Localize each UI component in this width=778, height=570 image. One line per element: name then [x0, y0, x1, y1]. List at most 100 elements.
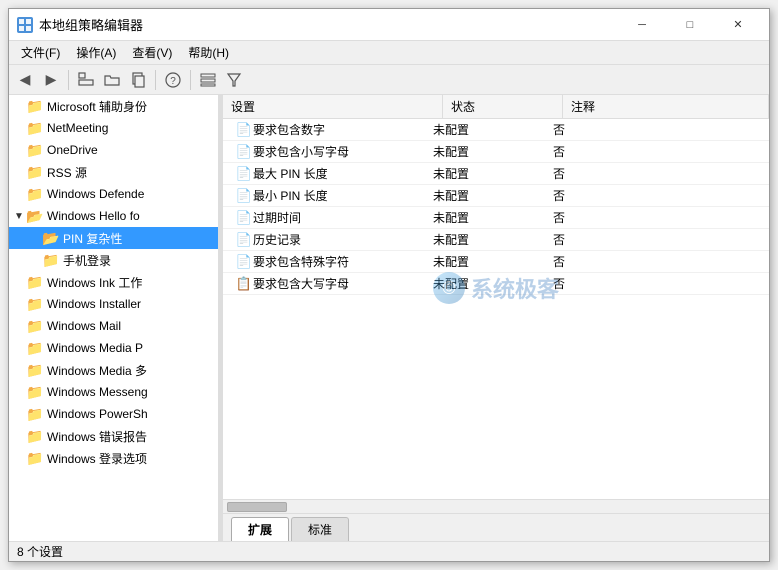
tree-item-windows-media-p[interactable]: 📁 Windows Media P: [9, 337, 218, 359]
menu-action[interactable]: 操作(A): [68, 42, 124, 63]
title-bar: 本地组策略编辑器 ─ □ ✕: [9, 9, 769, 41]
col-header-note[interactable]: 注释: [563, 95, 769, 118]
table-row[interactable]: 📄 最小 PIN 长度 未配置 否: [223, 185, 769, 207]
tree-item-windows-media-d[interactable]: 📁 Windows Media 多: [9, 359, 218, 381]
tree-item-windows-ink[interactable]: 📁 Windows Ink 工作: [9, 271, 218, 293]
menu-help[interactable]: 帮助(H): [180, 42, 237, 63]
row-icon: 📄: [235, 254, 253, 270]
col-header-setting[interactable]: 设置: [223, 95, 443, 118]
tab-expand[interactable]: 扩展: [231, 517, 289, 541]
menu-view[interactable]: 查看(V): [124, 42, 180, 63]
cell-setting: 📋 要求包含大写字母: [223, 273, 425, 294]
content-area: 📁 Microsoft 辅助身份 📁 NetMeeting 📁 OneDrive…: [9, 95, 769, 541]
row-icon: 📄: [235, 188, 253, 204]
table-row[interactable]: 📄 最大 PIN 长度 未配置 否: [223, 163, 769, 185]
tree-item-phone[interactable]: 📁 手机登录: [9, 249, 218, 271]
row-icon: 📄: [235, 210, 253, 226]
table-row[interactable]: 📄 要求包含小写字母 未配置 否: [223, 141, 769, 163]
tree-item-windows-powershell[interactable]: 📁 Windows PowerSh: [9, 403, 218, 425]
expand-arrow: [13, 320, 25, 332]
tree-item-onedrive[interactable]: 📁 OneDrive: [9, 139, 218, 161]
tree-label: RSS 源: [47, 164, 87, 181]
expand-arrow: [13, 298, 25, 310]
window-title: 本地组策略编辑器: [39, 15, 619, 34]
table-header: 设置 状态 注释: [223, 95, 769, 119]
maximize-button[interactable]: □: [667, 9, 713, 41]
tree-item-windows-error[interactable]: 📁 Windows 错误报告: [9, 425, 218, 447]
tree-label: Windows PowerSh: [47, 407, 148, 421]
cell-status: 未配置: [425, 141, 545, 162]
tree-item-pin[interactable]: 📂 PIN 复杂性: [9, 227, 218, 249]
row-icon: 📄: [235, 122, 253, 138]
cell-setting: 📄 要求包含小写字母: [223, 141, 425, 162]
table-row[interactable]: 📋 要求包含大写字母 未配置 否: [223, 273, 769, 295]
tree-item-defender[interactable]: 📁 Windows Defende: [9, 183, 218, 205]
cell-status: 未配置: [425, 229, 545, 250]
forward-button[interactable]: ▶: [39, 68, 63, 92]
cell-status: 未配置: [425, 163, 545, 184]
tree-label: NetMeeting: [47, 121, 108, 135]
cell-note: 否: [545, 119, 769, 140]
main-window: 本地组策略编辑器 ─ □ ✕ 文件(F) 操作(A) 查看(V) 帮助(H) ◀…: [8, 8, 770, 562]
tree-label: PIN 复杂性: [63, 230, 122, 247]
row-icon: 📄: [235, 232, 253, 248]
cell-setting: 📄 最小 PIN 长度: [223, 185, 425, 206]
col-header-status[interactable]: 状态: [443, 95, 563, 118]
folder-icon: 📁: [27, 341, 43, 355]
expand-arrow: [13, 408, 25, 420]
tree-label: Windows Defende: [47, 187, 144, 201]
filter-button[interactable]: [222, 68, 246, 92]
horizontal-scrollbar[interactable]: [223, 499, 769, 513]
folder-icon: 📁: [27, 275, 43, 289]
tree-item-windows-mail[interactable]: 📁 Windows Mail: [9, 315, 218, 337]
back-button[interactable]: ◀: [13, 68, 37, 92]
svg-text:?: ?: [170, 76, 176, 87]
tree-label: Windows Media 多: [47, 362, 147, 379]
tab-bar: 扩展 标准: [223, 513, 769, 541]
menu-file[interactable]: 文件(F): [13, 42, 68, 63]
copy-button[interactable]: [126, 68, 150, 92]
cell-note: 否: [545, 273, 769, 294]
tree-item-rss[interactable]: 📁 RSS 源: [9, 161, 218, 183]
status-text: 8 个设置: [17, 543, 63, 560]
tree-item-microsoft[interactable]: 📁 Microsoft 辅助身份: [9, 95, 218, 117]
tree-item-netmeeting[interactable]: 📁 NetMeeting: [9, 117, 218, 139]
expand-arrow: [13, 342, 25, 354]
expand-arrow: [13, 452, 25, 464]
tree-item-windows-installer[interactable]: 📁 Windows Installer: [9, 293, 218, 315]
table-row[interactable]: 📄 要求包含特殊字符 未配置 否: [223, 251, 769, 273]
up-button[interactable]: [74, 68, 98, 92]
new-folder-button[interactable]: [100, 68, 124, 92]
expand-arrow: [13, 100, 25, 112]
cell-status: 未配置: [425, 185, 545, 206]
expand-arrow: ▼: [13, 210, 25, 222]
cell-setting: 📄 过期时间: [223, 207, 425, 228]
cell-note: 否: [545, 163, 769, 184]
close-button[interactable]: ✕: [715, 9, 761, 41]
tree-label: Windows 错误报告: [47, 428, 147, 445]
folder-icon: 📁: [27, 363, 43, 377]
scrollbar-thumb[interactable]: [227, 502, 287, 512]
cell-status: 未配置: [425, 273, 545, 294]
tree-item-windows-messenger[interactable]: 📁 Windows Messeng: [9, 381, 218, 403]
folder-icon: 📁: [27, 187, 43, 201]
folder-icon: 📁: [27, 143, 43, 157]
tab-standard[interactable]: 标准: [291, 517, 349, 541]
folder-icon: 📂: [43, 231, 59, 245]
tree-label: Windows Media P: [47, 341, 143, 355]
minimize-button[interactable]: ─: [619, 9, 665, 41]
tree-label: Windows Ink 工作: [47, 274, 142, 291]
table-row[interactable]: 📄 历史记录 未配置 否: [223, 229, 769, 251]
folder-icon: 📁: [27, 297, 43, 311]
left-pane: 📁 Microsoft 辅助身份 📁 NetMeeting 📁 OneDrive…: [9, 95, 219, 541]
expand-arrow: [13, 386, 25, 398]
status-bar: 8 个设置: [9, 541, 769, 561]
tree-item-windows-login[interactable]: 📁 Windows 登录选项: [9, 447, 218, 469]
table-row[interactable]: 📄 要求包含数字 未配置 否: [223, 119, 769, 141]
cell-note: 否: [545, 207, 769, 228]
properties-button[interactable]: [196, 68, 220, 92]
expand-arrow: [13, 188, 25, 200]
table-row[interactable]: 📄 过期时间 未配置 否: [223, 207, 769, 229]
help-button[interactable]: ?: [161, 68, 185, 92]
tree-item-windows-hello[interactable]: ▼ 📂 Windows Hello fo: [9, 205, 218, 227]
